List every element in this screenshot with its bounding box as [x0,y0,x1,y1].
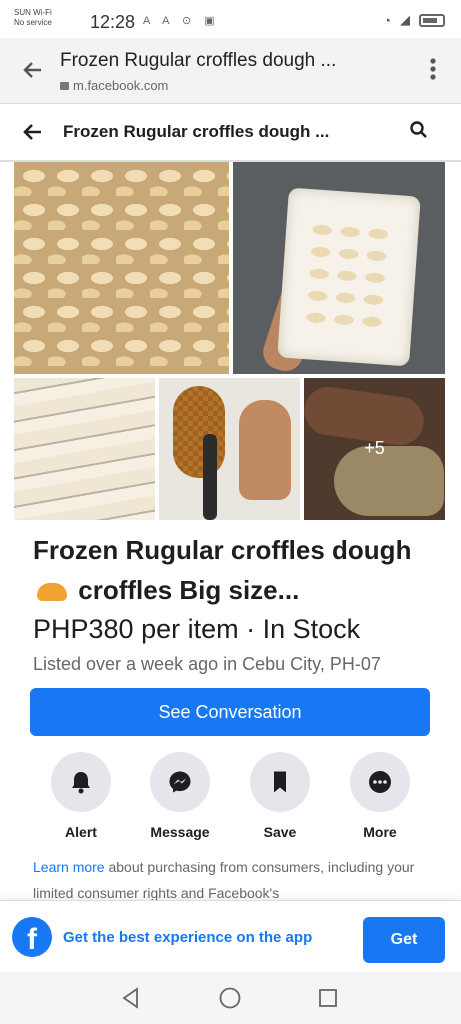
wifi-icon: ◔ [383,12,391,28]
lock-icon [60,82,69,90]
nav-back-button[interactable] [119,986,143,1010]
learn-more-link[interactable]: Learn more [33,859,105,875]
circle-home-icon [219,987,241,1009]
notification-icons: A A ⊙ ▣ [143,15,220,27]
message-label: Message [150,824,210,840]
square-recent-icon [319,989,337,1007]
search-button[interactable] [409,120,433,144]
status-bar: SUN Wi-Fi No service 12:28 A A ⊙ ▣ ◔ ◢ [0,0,461,38]
alert-label: Alert [65,824,97,840]
arrow-left-icon [23,62,41,78]
photo-dough-bag[interactable] [233,162,445,374]
carrier-name: SUN Wi-Fi [14,8,52,17]
back-button[interactable] [14,114,50,150]
bookmark-icon [274,771,286,793]
listing-title: Frozen Rugular croffles dough croffles B… [33,530,433,610]
battery-icon [419,13,445,27]
alert-button[interactable]: Alert [41,752,121,840]
marketplace-header: Frozen Rugular croffles dough ... [0,104,461,162]
clock: 12:28 [90,12,136,32]
browser-back-button[interactable] [14,52,50,88]
carrier-info: SUN Wi-Fi No service [14,8,52,28]
croissant-emoji-icon [37,583,67,601]
more-button[interactable]: More [340,752,420,840]
get-app-button[interactable]: Get [363,917,445,963]
carrier-status: No service [14,18,52,27]
photo-more[interactable]: +5 [304,378,445,520]
photo-croissant-tray[interactable] [14,162,229,374]
app-banner-text[interactable]: Get the best experience on the app [63,929,312,946]
nav-recent-button[interactable] [316,986,340,1010]
photo-gallery: +5 [14,162,445,520]
browser-page-title: Frozen Rugular croffles dough ... [60,50,337,71]
listing-title-part2: croffles Big size... [78,575,300,605]
save-button[interactable]: Save [240,752,320,840]
listing-title-part1: Frozen Rugular croffles dough [33,535,412,565]
more-photos-count: +5 [364,438,385,458]
search-icon [410,121,427,138]
system-nav-bar [0,972,461,1024]
listing-price: PHP380 per item · In Stock [33,614,361,644]
browser-url[interactable]: m.facebook.com [60,78,168,93]
message-button[interactable]: Message [140,752,220,840]
nav-home-button[interactable] [218,986,242,1010]
see-conversation-button[interactable]: See Conversation [30,688,430,736]
photo-croffle-size[interactable] [159,378,300,520]
photo-packed-dough[interactable] [14,378,155,520]
browser-toolbar: Frozen Rugular croffles dough ... m.face… [0,38,461,104]
messenger-icon [169,771,191,793]
url-text: m.facebook.com [73,78,169,93]
consumer-rights-notice: Learn more about purchasing from consume… [33,854,433,906]
signal-icon: ◢ [400,12,410,27]
listing-location: Listed over a week ago in Cebu City, PH-… [33,654,381,674]
save-label: Save [263,824,297,840]
listing-actions: Alert Message Save More [30,752,430,842]
bell-icon [72,772,90,794]
more-vertical-icon [430,58,436,80]
arrow-left-icon [23,124,41,140]
browser-menu-button[interactable] [423,54,443,84]
more-icon [369,771,391,793]
app-install-banner: f Get the best experience on the app Get [0,900,461,972]
more-label: More [363,824,397,840]
page-title: Frozen Rugular croffles dough ... [63,122,330,141]
facebook-logo-icon: f [12,917,52,957]
triangle-back-icon [122,987,138,1009]
system-icons: ◔ ◢ [383,12,445,28]
